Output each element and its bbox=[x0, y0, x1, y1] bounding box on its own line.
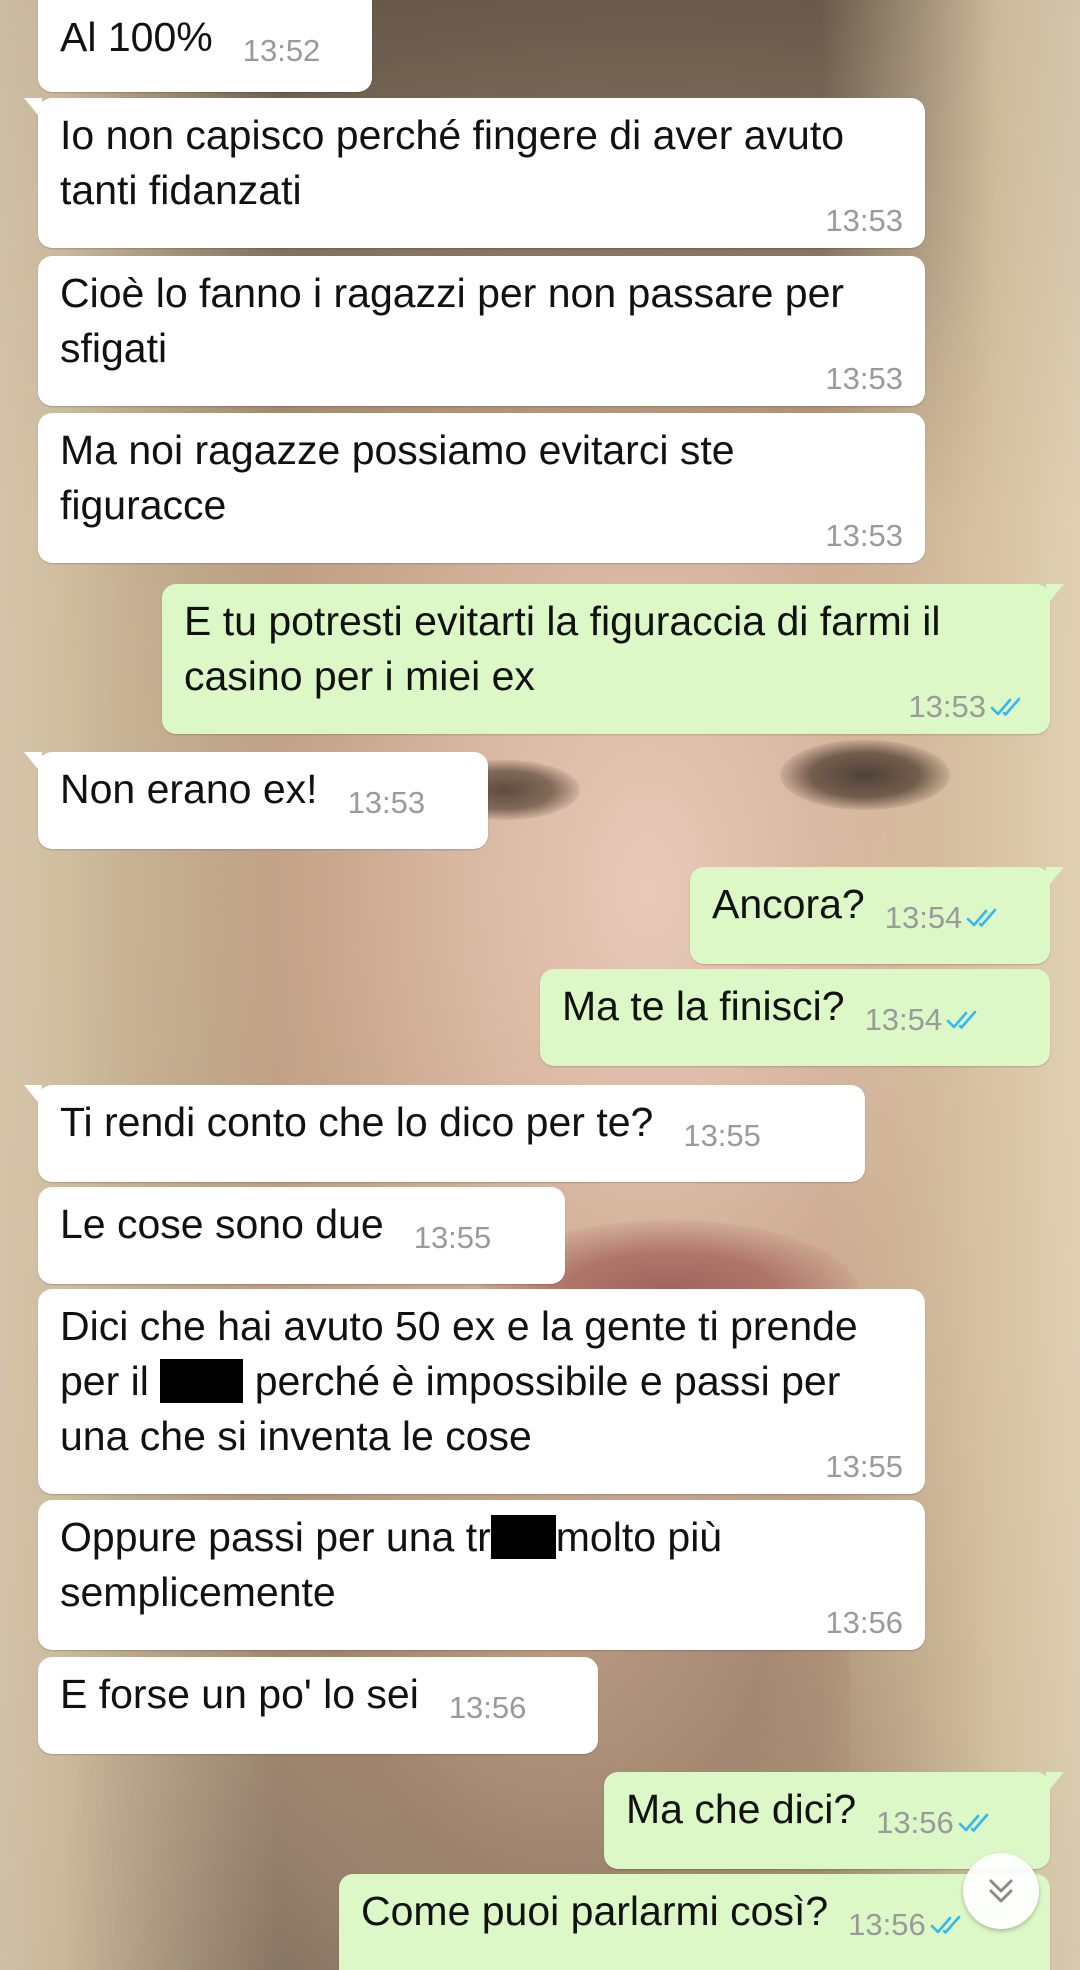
message-text: Oppure passi per una tr molto più semplic… bbox=[60, 1514, 723, 1615]
message-meta: 13:56 bbox=[848, 1908, 968, 1942]
message-incoming[interactable]: Le cose sono due 13:55 bbox=[38, 1187, 565, 1284]
message-incoming[interactable]: Io non capisco perché fingere di aver av… bbox=[24, 98, 925, 248]
message-text: Ma noi ragazze possiamo evitarci ste fig… bbox=[60, 427, 735, 528]
message-timestamp: 13:56 bbox=[825, 1605, 903, 1640]
message-timestamp: 13:52 bbox=[242, 33, 321, 68]
message-timestamp: 13:55 bbox=[825, 1449, 903, 1484]
message-text: Ancora? bbox=[712, 881, 865, 927]
bubble-tail bbox=[24, 752, 42, 774]
message-text: Cioè lo fanno i ragazzi per non passare … bbox=[60, 270, 845, 371]
message-outgoing[interactable]: Ancora? 13:54 bbox=[690, 867, 1064, 964]
chat-wallpaper bbox=[780, 740, 950, 810]
double-check-icon bbox=[990, 697, 1021, 716]
message-incoming[interactable]: Cioè lo fanno i ragazzi per non passare … bbox=[38, 256, 925, 406]
double-check-icon bbox=[930, 1915, 961, 1934]
bubble-tail bbox=[1046, 584, 1064, 606]
message-timestamp: 13:53 bbox=[825, 518, 903, 553]
message-timestamp: 13:56 bbox=[448, 1690, 527, 1725]
message-text: Al 100% bbox=[60, 14, 213, 60]
message-outgoing[interactable]: Ma che dici? 13:56 bbox=[604, 1772, 1064, 1869]
bubble-tail bbox=[1046, 1772, 1064, 1794]
message-incoming[interactable]: Ma noi ragazze possiamo evitarci ste fig… bbox=[38, 413, 925, 563]
message-timestamp: 13:53 bbox=[347, 785, 426, 820]
message-text: Le cose sono due bbox=[60, 1201, 384, 1247]
message-meta: 13:53 bbox=[908, 690, 1028, 724]
scroll-to-bottom-button[interactable] bbox=[963, 1853, 1039, 1929]
message-timestamp: 13:56 bbox=[848, 1907, 926, 1942]
message-incoming[interactable]: Ti rendi conto che lo dico per te? 13:55 bbox=[24, 1085, 865, 1182]
redaction-box bbox=[160, 1359, 244, 1403]
message-timestamp: 13:55 bbox=[413, 1220, 492, 1255]
bubble-tail bbox=[1046, 867, 1064, 889]
message-outgoing[interactable]: Come puoi parlarmi così? 13:56 bbox=[339, 1874, 1050, 1970]
message-timestamp: 13:55 bbox=[683, 1118, 761, 1153]
message-incoming[interactable]: E forse un po' lo sei 13:56 bbox=[38, 1657, 598, 1754]
message-timestamp: 13:53 bbox=[908, 689, 986, 724]
message-meta: 13:56 bbox=[876, 1806, 996, 1840]
message-text: E tu potresti evitarti la figuraccia di … bbox=[184, 598, 941, 699]
chat-screen: Al 100% 13:52 Io non capisco perché finge… bbox=[0, 0, 1080, 1970]
double-chevron-down-icon bbox=[989, 1879, 1013, 1903]
message-text: Non erano ex! bbox=[60, 766, 318, 812]
message-text: Io non capisco perché fingere di aver av… bbox=[60, 112, 845, 213]
message-timestamp: 13:54 bbox=[884, 900, 963, 935]
message-text: Come puoi parlarmi così? bbox=[361, 1888, 829, 1934]
message-text: Ma che dici? bbox=[626, 1786, 857, 1832]
double-check-icon bbox=[966, 908, 997, 927]
double-check-icon bbox=[946, 1010, 977, 1029]
redaction-box bbox=[490, 1515, 556, 1559]
message-outgoing[interactable]: E tu potresti evitarti la figuraccia di … bbox=[162, 584, 1064, 734]
message-incoming[interactable]: Al 100% 13:52 bbox=[38, 0, 372, 92]
bubble-tail bbox=[24, 1085, 42, 1107]
message-incoming[interactable]: Oppure passi per una tr molto più semplic… bbox=[38, 1500, 925, 1650]
message-incoming[interactable]: Non erano ex! 13:53 bbox=[24, 752, 488, 849]
message-timestamp: 13:53 bbox=[825, 361, 903, 396]
double-check-icon bbox=[958, 1813, 989, 1832]
message-meta: 13:54 bbox=[865, 1003, 985, 1037]
message-incoming[interactable]: Dici che hai avuto 50 ex e la gente ti p… bbox=[38, 1289, 925, 1494]
message-text: Ma te la finisci? bbox=[562, 983, 845, 1029]
bubble-tail bbox=[24, 98, 42, 120]
message-text: Dici che hai avuto 50 ex e la gente ti p… bbox=[60, 1303, 858, 1459]
message-timestamp: 13:56 bbox=[876, 1805, 954, 1840]
message-timestamp: 13:53 bbox=[825, 203, 903, 238]
message-meta: 13:54 bbox=[885, 901, 1005, 935]
message-timestamp: 13:54 bbox=[864, 1002, 943, 1037]
message-outgoing[interactable]: Ma te la finisci? 13:54 bbox=[540, 969, 1050, 1066]
message-text: E forse un po' lo sei bbox=[60, 1671, 419, 1717]
message-text: Ti rendi conto che lo dico per te? bbox=[60, 1099, 654, 1145]
